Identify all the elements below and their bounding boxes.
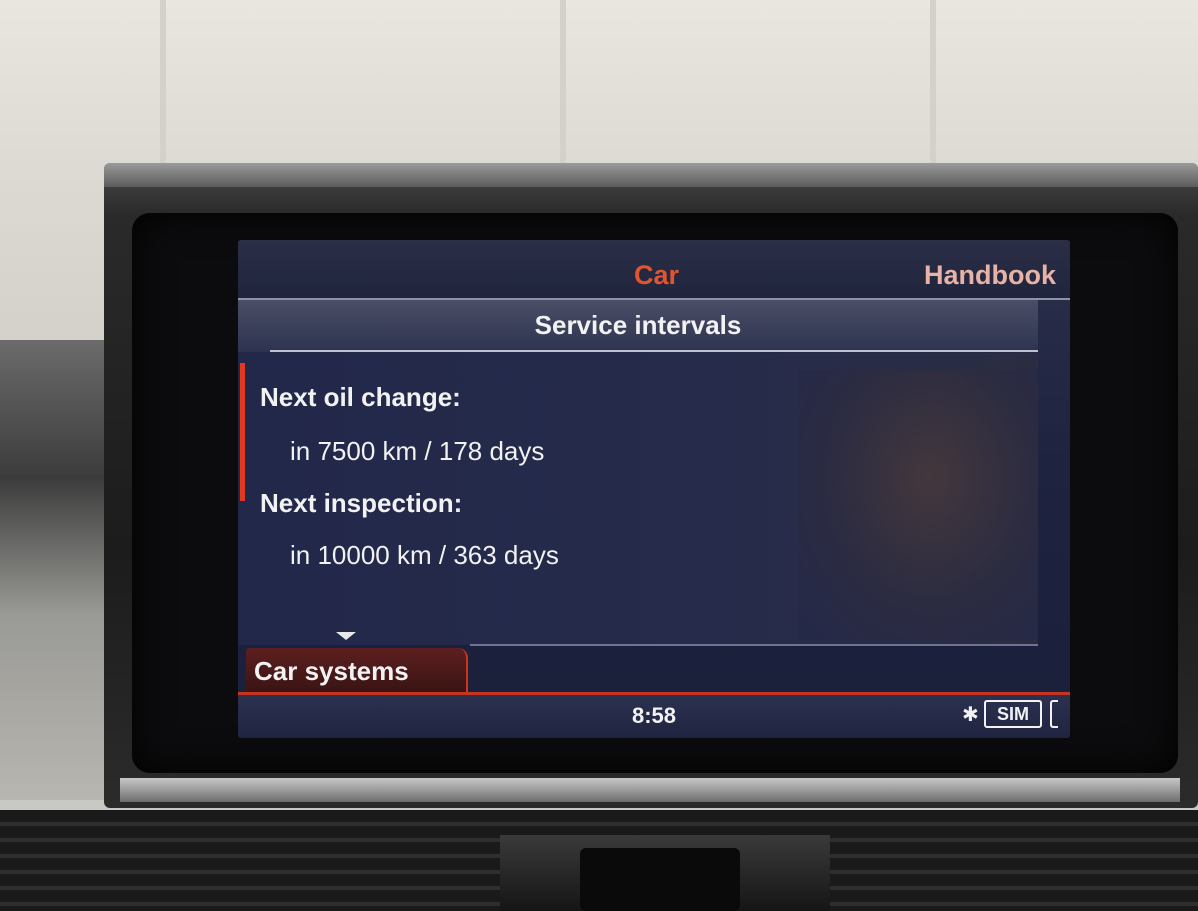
oil-change-label: Next oil change: (260, 382, 461, 412)
status-icon-partial (1050, 700, 1058, 728)
bezel-top-trim (104, 163, 1198, 187)
clock: 8:58 (631, 703, 677, 728)
infotainment-screen: Car Handbook Service intervals Next oil … (238, 240, 1070, 738)
inspection-label: Next inspection: (260, 488, 463, 518)
vent-control-inner (580, 848, 740, 911)
sim-badge: SIM (984, 700, 1042, 728)
page-title: Service intervals (534, 310, 742, 340)
title-divider (270, 350, 1038, 352)
tab-handbook[interactable]: Handbook (924, 260, 1056, 291)
bezel-chrome-trim (120, 778, 1180, 802)
tab-car[interactable]: Car (634, 260, 679, 291)
inspection-value: in 10000 km / 363 days (290, 540, 559, 570)
panel-divider (470, 644, 1038, 646)
scroll-down-arrow-icon[interactable] (336, 632, 356, 640)
context-tab-label: Car systems (254, 656, 409, 686)
oil-change-value: in 7500 km / 178 days (290, 436, 545, 466)
vehicle-background-image (798, 370, 1038, 640)
scroll-indicator (240, 363, 245, 501)
bluetooth-icon: ✱ (962, 702, 979, 726)
